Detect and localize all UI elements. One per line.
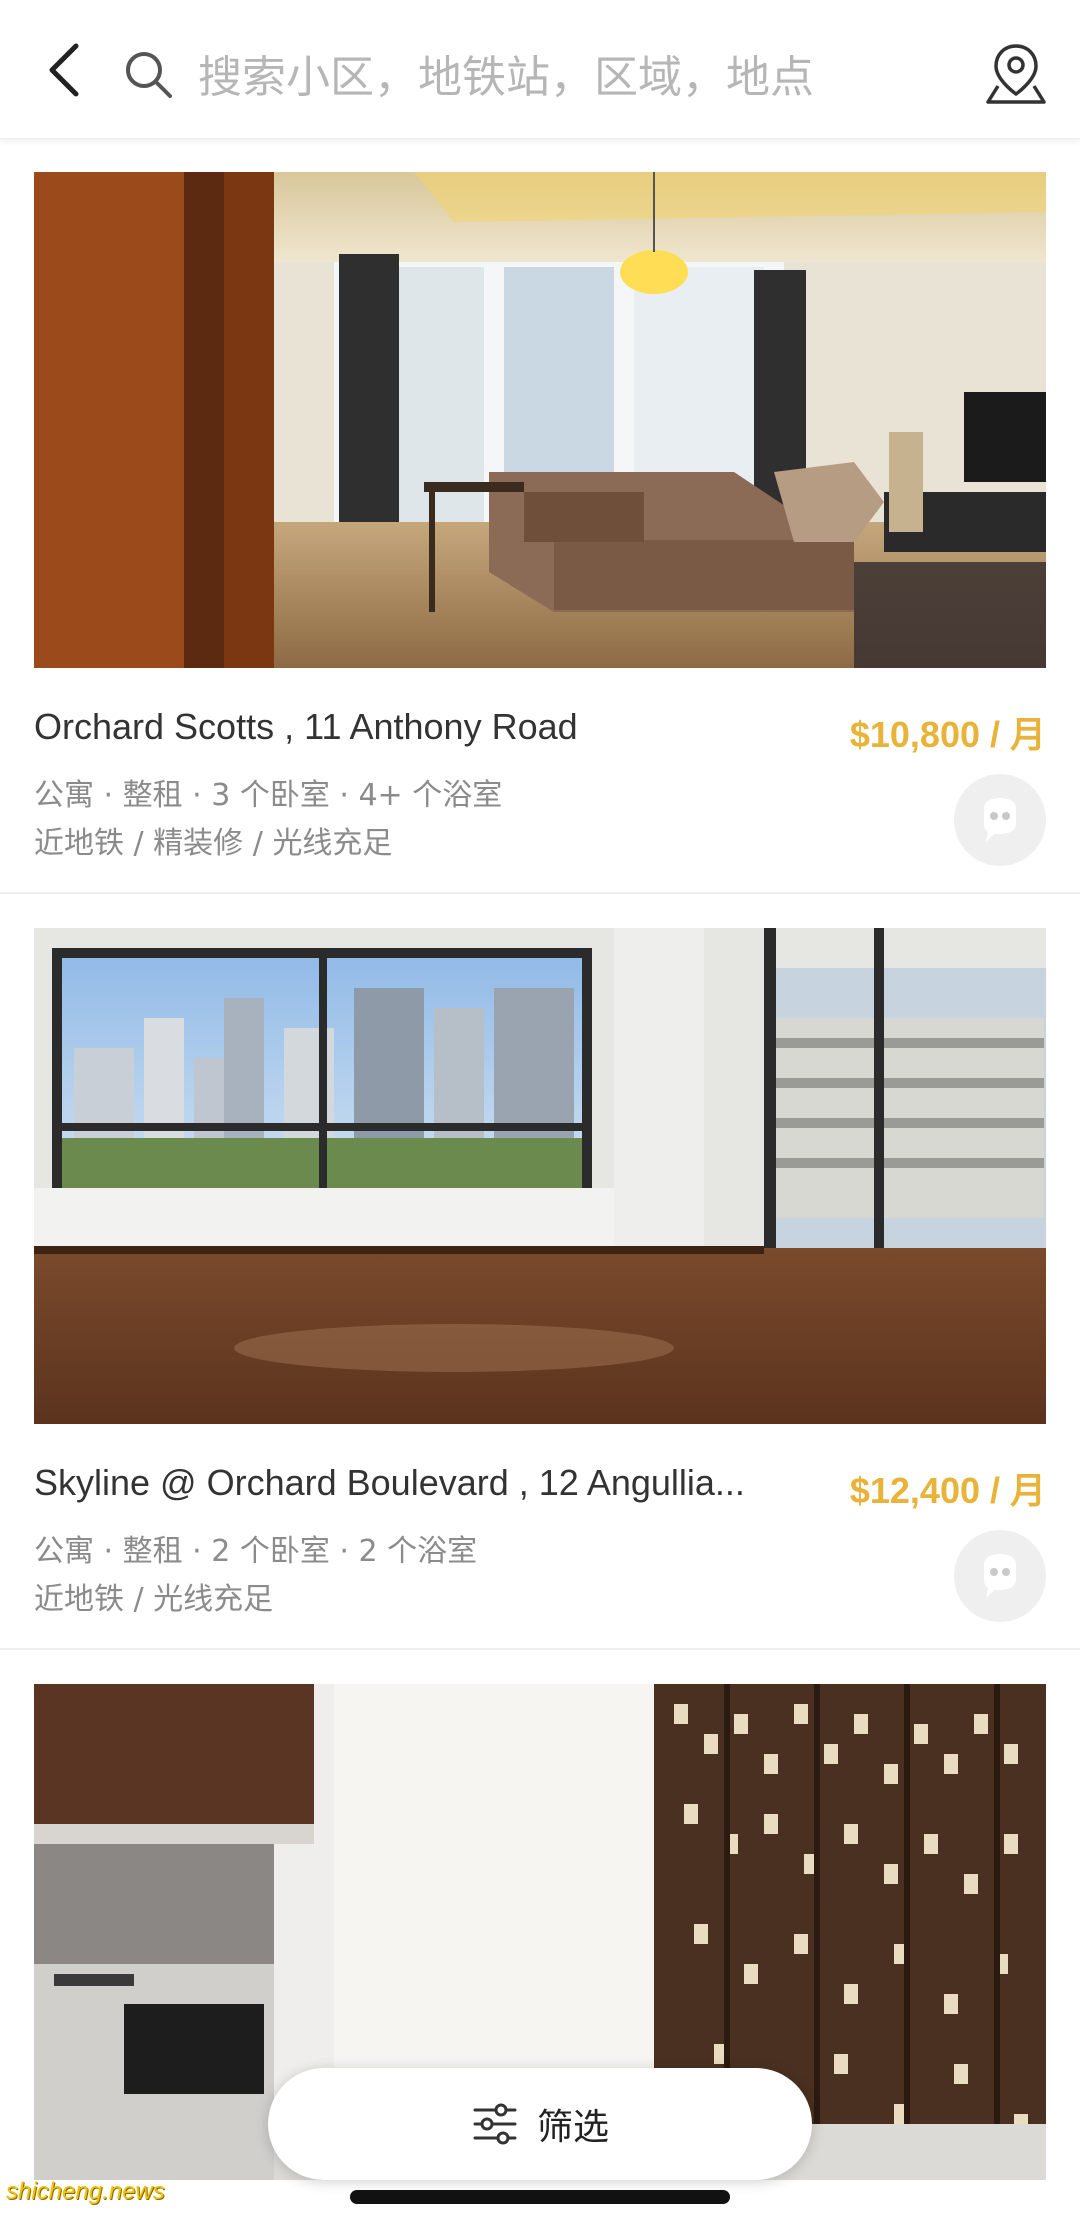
listing-price: $12,400 / 月 (849, 1470, 1046, 1511)
top-bar (0, 0, 1080, 139)
search-icon (126, 52, 172, 98)
listing-photo[interactable] (34, 928, 1046, 1424)
listing-tags: 近地铁 / 光线充足 (34, 1582, 274, 1617)
listing-tags: 近地铁 / 精装修 / 光线充足 (34, 826, 393, 861)
listing-title[interactable]: Skyline @ Orchard Boulevard , 12 Angulli… (34, 1462, 745, 1504)
search-input[interactable] (196, 36, 920, 118)
contact-agent-button[interactable] (954, 1530, 1046, 1622)
watermark: shicheng.news (6, 2178, 165, 2205)
filter-label: 筛选 (536, 2107, 609, 2148)
contact-agent-button[interactable] (954, 774, 1046, 866)
listing-photo[interactable] (34, 172, 1046, 668)
home-indicator[interactable] (350, 2190, 730, 2204)
card-divider (0, 892, 1080, 894)
listing-title[interactable]: Orchard Scotts , 11 Anthony Road (34, 706, 578, 748)
listing-details: 公寓 · 整租 · 2 个卧室 · 2 个浴室 (34, 1534, 478, 1569)
card-divider (0, 1648, 1080, 1650)
map-location-icon[interactable] (982, 40, 1050, 108)
filter-button[interactable]: 筛选 (268, 2068, 812, 2180)
listing-details: 公寓 · 整租 · 3 个卧室 · 4+ 个浴室 (34, 778, 503, 813)
listing-price: $10,800 / 月 (849, 714, 1046, 755)
back-arrow-icon[interactable] (36, 38, 100, 102)
sliders-icon (473, 2103, 517, 2145)
chat-bubble-icon (984, 1554, 1016, 1598)
chat-bubble-icon (984, 798, 1016, 842)
